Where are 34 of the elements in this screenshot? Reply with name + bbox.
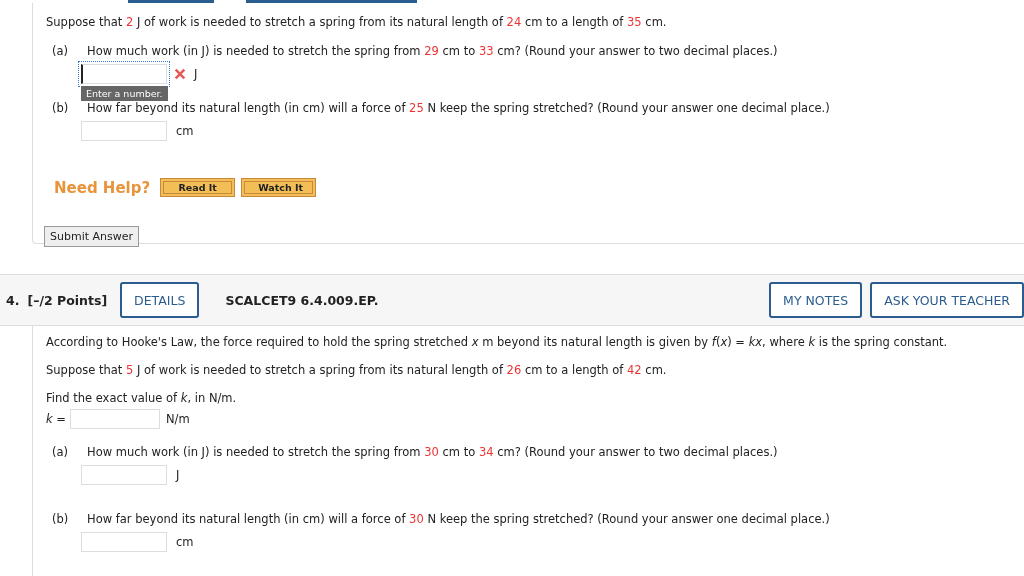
unit-label: J bbox=[176, 467, 180, 484]
unit-label: N/m bbox=[166, 411, 190, 428]
points-label: [–/2 Points] bbox=[27, 292, 108, 308]
answer-field[interactable] bbox=[81, 64, 167, 84]
question-text: How far beyond its natural length (in cm) will a force of 25 N keep the spring stretched? (Round your answer one decimal place.) bbox=[87, 101, 830, 115]
unit-label: cm bbox=[176, 534, 194, 551]
part-label: (b) bbox=[52, 512, 70, 526]
tooltip: Enter a number. bbox=[81, 86, 168, 101]
header-button[interactable]: ASK YOUR TEACHER bbox=[870, 282, 1024, 318]
header-button[interactable]: MY NOTES bbox=[769, 282, 863, 318]
help-button[interactable]: Watch It bbox=[241, 178, 317, 197]
question-number: 4. bbox=[6, 292, 20, 308]
k-label: k = bbox=[46, 412, 66, 426]
part-label: (b) bbox=[52, 101, 70, 115]
answer-field[interactable] bbox=[81, 465, 167, 485]
question-text: Find the exact value of k, in N/m. bbox=[46, 391, 238, 405]
need-help-label: Need Help? bbox=[54, 178, 151, 197]
part-label: (a) bbox=[52, 445, 70, 459]
answer-field[interactable] bbox=[81, 121, 167, 141]
part-label: (a) bbox=[52, 44, 70, 58]
unit-label: cm bbox=[176, 123, 194, 140]
submit-button[interactable]: Submit Answer bbox=[44, 226, 140, 247]
answer-field[interactable] bbox=[81, 532, 167, 552]
question-text: Suppose that 5 J of work is needed to stretch a spring from its natural length of 26 cm to a length of 42 cm. bbox=[46, 363, 668, 377]
question-code: SCALCET9 6.4.009.EP. bbox=[225, 292, 379, 308]
unit-label: J bbox=[194, 66, 198, 83]
answer-field[interactable] bbox=[70, 409, 160, 429]
question-text: How much work (in J) is needed to stretch the spring from 29 cm to 33 cm? (Round your answer to two decimal places.) bbox=[87, 44, 778, 58]
help-button[interactable]: Read It bbox=[160, 178, 236, 197]
question-text: How much work (in J) is needed to stretch the spring from 30 cm to 34 cm? (Round your answer to two decimal places.) bbox=[87, 445, 778, 459]
question-text: According to Hooke's Law, the force required to hold the spring stretched x m beyond its natural length is given by f(x) = kx, where k is the spring constant. bbox=[46, 335, 949, 349]
details-button[interactable]: DETAILS bbox=[120, 282, 200, 318]
question-text: Suppose that 2 J of work is needed to stretch a spring from its natural length of 24 cm to a length of 35 cm. bbox=[46, 15, 668, 29]
question-text: How far beyond its natural length (in cm) will a force of 30 N keep the spring stretched? (Round your answer one decimal place.) bbox=[87, 512, 830, 526]
